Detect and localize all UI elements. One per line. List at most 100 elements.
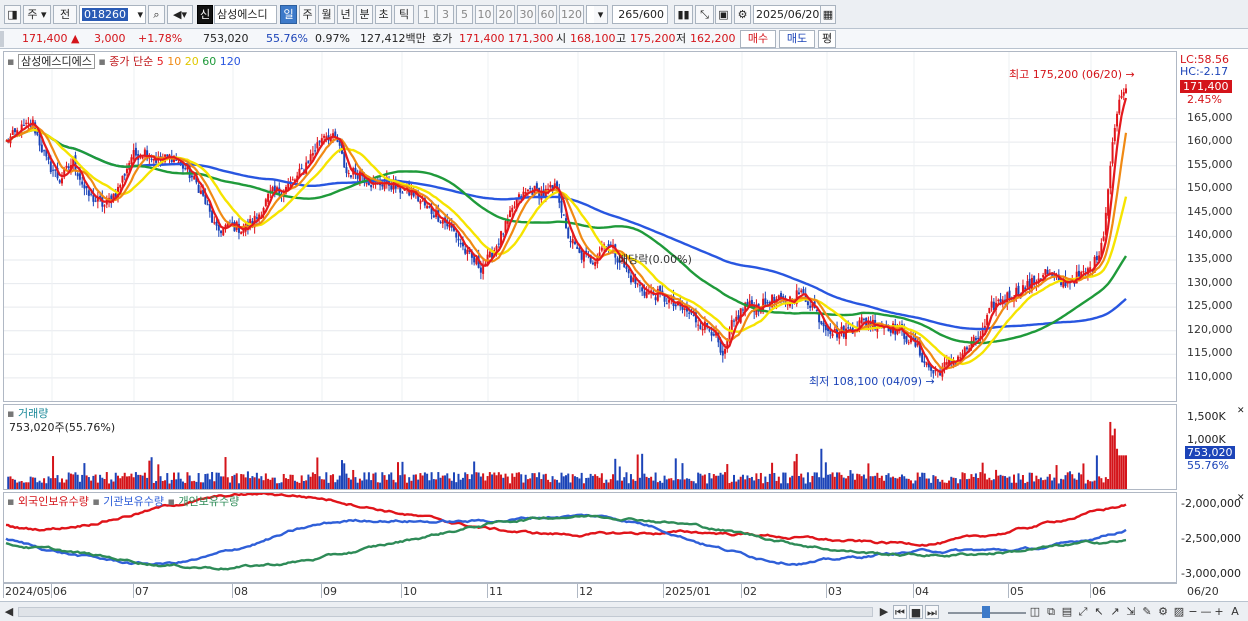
measure-icon[interactable]: ⇲ (1124, 605, 1138, 619)
minus-icon[interactable]: — (1200, 605, 1212, 619)
legend-institution[interactable]: 기관보유수량 (103, 495, 164, 508)
quote-bar: 171,400 ▲ 3,000 +1.78% 753,020 55.76% 0.… (0, 29, 1248, 49)
chart-type-icon[interactable]: ⤢ (1076, 605, 1090, 619)
layout-icon[interactable]: ◫ (1028, 605, 1042, 619)
volume-bar (943, 482, 946, 489)
candle-body (710, 331, 713, 336)
zoom-slider[interactable] (948, 605, 1026, 619)
volume-bar (558, 482, 561, 489)
holding-pane[interactable]: ▪ 외국인보유수량 ▪ 기관보유수량 ▪ 개인보유수량 (3, 492, 1177, 583)
search-icon[interactable]: ⌕ (148, 5, 165, 24)
settings-icon[interactable]: ⚙ (734, 5, 751, 24)
count-input[interactable]: 265/600 (612, 5, 668, 24)
price-pane[interactable]: ▪ 삼성에스디에스 ▪ 종가 단순 5 10 20 60 120 최고 175,… (3, 51, 1177, 402)
interval-10[interactable]: 10 (475, 5, 494, 24)
type-select[interactable]: 주 ▾ (23, 5, 51, 24)
volume-bar (582, 483, 585, 489)
candle-body (983, 325, 986, 328)
gear-icon[interactable]: ⚙ (1156, 605, 1170, 619)
speaker-icon[interactable]: ◀▾ (167, 5, 193, 24)
volume-bar (802, 477, 805, 489)
zoom-out-icon[interactable]: − (1187, 605, 1199, 619)
font-size-icon[interactable]: A (1228, 605, 1242, 619)
period-tick[interactable]: 틱 (394, 5, 414, 24)
indicator-icon[interactable]: ✎ (1140, 605, 1154, 619)
period-year[interactable]: 년 (337, 5, 354, 24)
volume-pane[interactable]: ▪ 거래량 753,020주(55.76%) (3, 404, 1177, 490)
stop-icon[interactable]: ■ (909, 605, 923, 619)
zoom-slider-thumb[interactable] (982, 606, 990, 618)
candle-body (132, 150, 135, 160)
volume-bar (703, 474, 706, 489)
period-day[interactable]: 일 (280, 5, 297, 24)
volume-bar (287, 479, 290, 489)
prev-button[interactable]: 전 (53, 5, 77, 24)
stock-name-field[interactable]: 삼성에스디 (214, 5, 277, 24)
stock-code-input[interactable]: 018260 ▾ (79, 5, 146, 24)
save-icon[interactable]: ▣ (715, 5, 732, 24)
volume-bar (741, 474, 744, 489)
interval-120[interactable]: 120 (559, 5, 584, 24)
code-dropdown-icon[interactable]: ▾ (135, 6, 145, 23)
scroll-thumb[interactable] (18, 607, 873, 617)
x-label-06: 06 (53, 585, 67, 598)
interval-60[interactable]: 60 (538, 5, 557, 24)
candle-body (206, 204, 209, 206)
volume-bar (513, 476, 516, 489)
trend-icon[interactable]: ↗ (1108, 605, 1122, 619)
bottom-scrollbar[interactable]: ◀ ▶ ⏮ ■ ⏭ ◫ ⧉ ▤ ⤢ ↖ ↗ ⇲ ✎ ⚙ ▨ − — + A (0, 601, 1248, 621)
period-week[interactable]: 주 (299, 5, 316, 24)
volume-bar (31, 477, 34, 489)
candle-body (535, 183, 538, 189)
scroll-left-icon[interactable]: ◀ (4, 605, 14, 619)
first-page-icon[interactable]: ⏮ (893, 605, 907, 619)
image-icon[interactable]: ▨ (1172, 605, 1186, 619)
volume-pane-close-icon[interactable]: ✕ (1237, 406, 1245, 416)
calendar-icon[interactable]: ▦ (820, 5, 836, 24)
shin-badge[interactable]: 신 (197, 5, 213, 24)
price-chart[interactable] (4, 52, 1176, 401)
candle-body (1082, 271, 1085, 273)
volume-bar (878, 477, 881, 489)
volume-bar (482, 473, 485, 489)
eval-button[interactable]: 평 (818, 30, 836, 48)
volume-bar (426, 473, 429, 489)
volume-bar (865, 478, 868, 489)
volume-bar (141, 475, 144, 489)
volume-bar (815, 472, 818, 489)
interval-20[interactable]: 20 (496, 5, 515, 24)
volume-chart[interactable] (4, 405, 1176, 489)
buy-button[interactable]: 매수 (740, 30, 776, 48)
legend-ma-label[interactable]: 종가 단순 (109, 55, 153, 68)
interval-dropdown-icon[interactable]: ▾ (594, 5, 608, 24)
candle-body (1107, 189, 1110, 216)
candle-type-icon[interactable]: ▮▮ (674, 5, 693, 24)
volume-bar (260, 476, 263, 489)
date-field[interactable]: 2025/06/20 (753, 5, 823, 24)
period-month[interactable]: 월 (318, 5, 335, 24)
zoom-in-icon[interactable]: + (1213, 605, 1225, 619)
interval-3[interactable]: 3 (437, 5, 454, 24)
legend-foreign[interactable]: 외국인보유수량 (18, 495, 89, 508)
print-icon[interactable]: ▤ (1060, 605, 1074, 619)
legend-individual[interactable]: 개인보유수량 (178, 495, 239, 508)
last-page-icon[interactable]: ⏭ (925, 605, 939, 619)
arrow-tool-icon[interactable]: ↖ (1092, 605, 1106, 619)
sell-button[interactable]: 매도 (779, 30, 815, 48)
legend-bullet-icon: ▪ (7, 55, 15, 68)
period-minute[interactable]: 분 (356, 5, 373, 24)
copy-icon[interactable]: ⧉ (1044, 605, 1058, 619)
volume-bar (13, 479, 16, 489)
chart-menu-icon[interactable]: ◨ (4, 5, 21, 24)
legend-stock-name[interactable]: 삼성에스디에스 (17, 54, 95, 69)
period-second[interactable]: 초 (375, 5, 392, 24)
candle-body (193, 175, 196, 180)
interval-5[interactable]: 5 (456, 5, 473, 24)
interval-1[interactable]: 1 (418, 5, 435, 24)
interval-30[interactable]: 30 (517, 5, 536, 24)
x-label-12: 12 (579, 585, 593, 598)
candle-body (643, 291, 646, 296)
scroll-right-icon[interactable]: ▶ (878, 605, 890, 619)
volume-bar (764, 476, 767, 489)
draw-tool-icon[interactable]: ⤡ (695, 5, 714, 24)
